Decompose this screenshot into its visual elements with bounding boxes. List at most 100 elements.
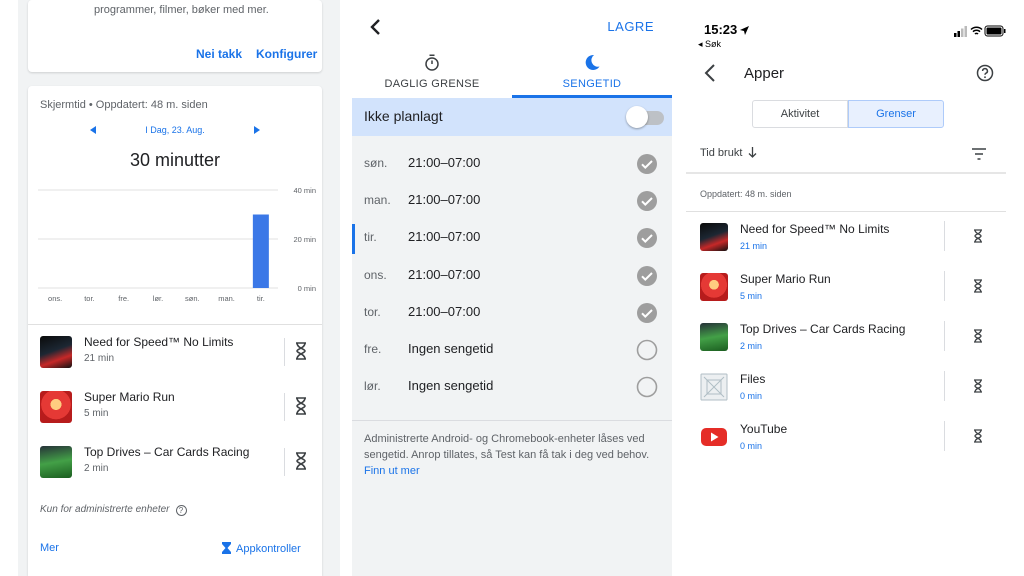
divider (944, 421, 945, 451)
x-tick-label: tor. (84, 294, 94, 303)
app-name: Top Drives – Car Cards Racing (84, 445, 250, 459)
check-circle-icon[interactable] (636, 190, 658, 212)
bedtime-day-row[interactable]: man. 21:00–07:00 (352, 183, 672, 220)
app-row[interactable]: Top Drives – Car Cards Racing 2 min (686, 317, 1006, 357)
bedtime-range: 21:00–07:00 (408, 266, 481, 282)
tab-daily-limit[interactable]: DAGLIG GRENSE (352, 52, 512, 98)
app-row[interactable]: Need for Speed™ No Limits 21 min (686, 217, 1006, 257)
check-circle-icon[interactable] (636, 302, 658, 324)
save-button[interactable]: LAGRE (607, 19, 654, 34)
hourglass-icon[interactable] (973, 229, 983, 243)
divider (944, 321, 945, 351)
page-title: Apper (744, 65, 785, 82)
bedtime-range: 21:00–07:00 (408, 155, 481, 170)
files-app-icon (700, 373, 728, 401)
moon-icon (585, 54, 600, 70)
signal-icon (954, 26, 967, 37)
schedule-toggle[interactable] (626, 106, 666, 128)
bedtime-day-row[interactable]: ons. 21:00–07:00 (352, 258, 672, 295)
divider (284, 338, 285, 366)
hourglass-icon[interactable] (294, 397, 308, 415)
app-time: 2 min (740, 341, 763, 351)
empty-circle-icon[interactable] (636, 339, 658, 361)
app-row[interactable]: YouTube 0 min (686, 417, 1006, 457)
bedtime-day-row[interactable]: lør. Ingen sengetid (352, 369, 672, 406)
suggestion-description: programmer, filmer, bøker med mer. (94, 4, 269, 16)
bedtime-toolbar: LAGRE DAGLIG GRENSE SENGETID (352, 0, 672, 98)
divider (686, 172, 1006, 174)
sort-selector[interactable]: Tid brukt (700, 147, 757, 159)
y-tick-label: 40 min (293, 186, 316, 195)
top-drives-app-icon (40, 446, 72, 478)
help-icon[interactable] (976, 64, 994, 82)
bedtime-range: Ingen sengetid (408, 378, 494, 394)
top-drives-app-icon (700, 323, 728, 351)
hourglass-icon (222, 542, 231, 554)
day-label: tor. (364, 304, 381, 319)
location-arrow-icon (740, 26, 750, 35)
app-controls-button[interactable]: Appkontroller (222, 542, 301, 555)
managed-devices-note: Kun for administrerte enheter? (40, 504, 187, 516)
day-label: søn. (364, 156, 388, 170)
next-day-icon[interactable] (254, 126, 260, 134)
more-button[interactable]: Mer (40, 542, 59, 554)
divider (284, 393, 285, 421)
help-icon[interactable]: ? (175, 505, 187, 516)
hourglass-icon[interactable] (973, 279, 983, 293)
screen-time-card: Skjermtid • Oppdatert: 48 m. siden I Dag… (28, 86, 322, 576)
bedtime-range: Ingen sengetid (408, 341, 494, 356)
app-name: Super Mario Run (84, 390, 175, 404)
previous-day-icon[interactable] (90, 126, 96, 134)
app-time: 2 min (84, 463, 109, 474)
bedtime-day-row[interactable]: tir. 21:00–07:00 (352, 220, 672, 257)
filter-icon[interactable] (971, 147, 987, 161)
bedtime-range: 21:00–07:00 (408, 192, 481, 208)
y-tick-label: 20 min (293, 235, 316, 244)
x-tick-label: ons. (48, 294, 62, 303)
hourglass-icon[interactable] (973, 379, 983, 393)
app-row[interactable]: Files 0 min (686, 367, 1006, 407)
arrow-down-icon (748, 147, 757, 158)
app-name: Files (740, 372, 766, 386)
suggestion-card: programmer, filmer, bøker med mer. Nei t… (28, 0, 322, 72)
day-label: fre. (364, 342, 382, 356)
x-tick-label: man. (218, 294, 235, 303)
configure-button[interactable]: Konfigurer (256, 47, 317, 61)
day-label: ons. (364, 267, 387, 282)
screen-time-chart: 0 min 20 min 40 min ons. tor. fre. lør. søn. man… (28, 182, 322, 312)
schedule-toggle-row: Ikke planlagt (352, 98, 672, 136)
app-row[interactable]: Top Drives – Car Cards Racing 2 min (40, 442, 320, 482)
app-row[interactable]: Super Mario Run 5 min (40, 387, 320, 427)
app-row[interactable]: Need for Speed™ No Limits 21 min (40, 332, 320, 372)
battery-icon (984, 25, 1006, 37)
hourglass-icon[interactable] (294, 342, 308, 360)
decline-button[interactable]: Nei takk (196, 47, 242, 61)
divider (944, 221, 945, 251)
app-row[interactable]: Super Mario Run 5 min (686, 267, 1006, 307)
chart-bar (252, 214, 269, 288)
app-name: Need for Speed™ No Limits (740, 222, 890, 236)
tab-bedtime[interactable]: SENGETID (512, 52, 672, 98)
segment-activity[interactable]: Aktivitet (752, 100, 848, 128)
hourglass-icon[interactable] (973, 329, 983, 343)
check-circle-icon[interactable] (636, 153, 658, 175)
check-circle-icon[interactable] (636, 265, 658, 287)
hourglass-icon[interactable] (294, 452, 308, 470)
segment-limits[interactable]: Grenser (848, 100, 944, 128)
date-label: I Dag, 23. Aug. (145, 125, 205, 135)
check-circle-icon[interactable] (636, 227, 658, 249)
back-to-search-link[interactable]: ◂ Søk (698, 39, 721, 50)
x-tick-label: fre. (118, 294, 129, 303)
learn-more-link[interactable]: Finn ut mer (364, 463, 664, 479)
bedtime-day-row[interactable]: tor. 21:00–07:00 (352, 295, 672, 332)
back-arrow-icon[interactable] (368, 18, 382, 36)
back-arrow-icon[interactable] (704, 64, 716, 82)
managed-devices-note-text: Kun for administrerte enheter (40, 504, 170, 515)
bedtime-day-row[interactable]: fre. Ingen sengetid (352, 332, 672, 369)
divider (944, 371, 945, 401)
empty-circle-icon[interactable] (636, 376, 658, 398)
bedtime-day-row[interactable]: søn. 21:00–07:00 (352, 146, 672, 183)
mario-app-icon (700, 273, 728, 301)
hourglass-icon[interactable] (973, 429, 983, 443)
status-bar-time: 15:23 (704, 22, 750, 37)
